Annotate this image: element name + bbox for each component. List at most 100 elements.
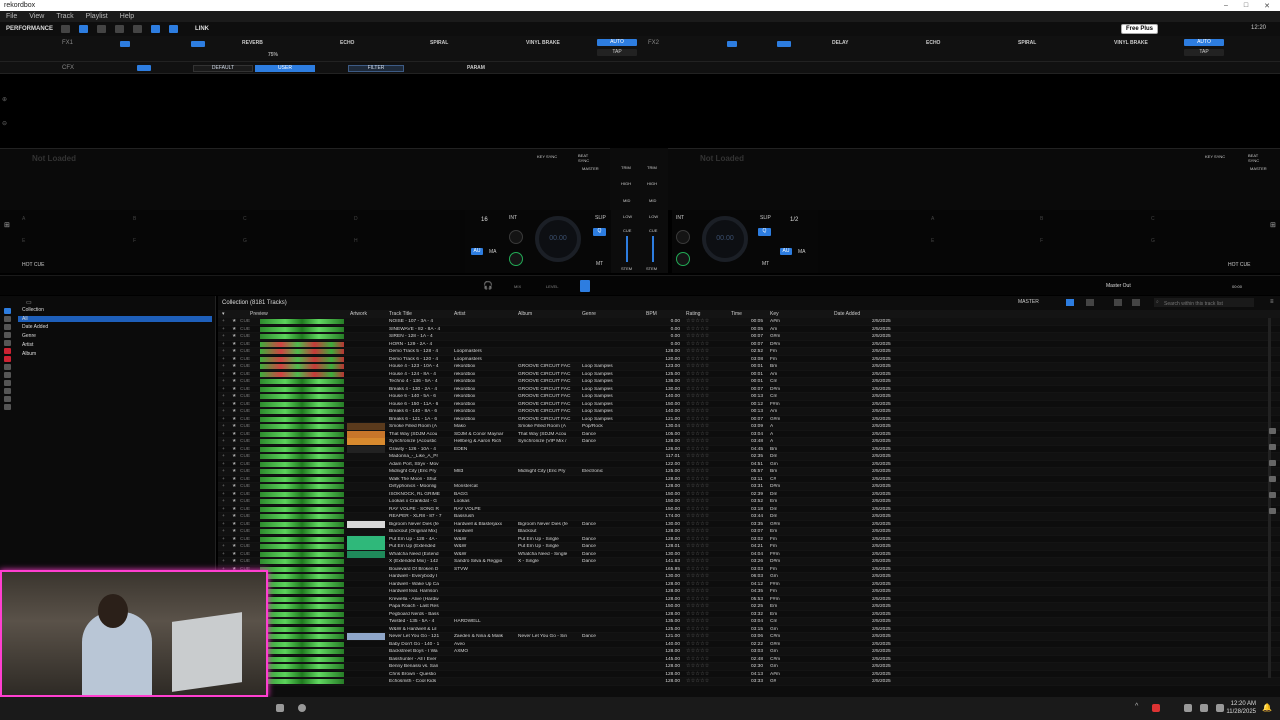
row-waveform-preview[interactable]: [260, 371, 344, 377]
hot-cue-bank-icon[interactable]: [4, 348, 11, 354]
fx2-channel-2[interactable]: [727, 41, 737, 47]
fx1-effect-4[interactable]: VINYL BRAKE: [526, 40, 560, 46]
view-split-icon[interactable]: [1132, 299, 1140, 306]
sidebar-item-artist[interactable]: Artist: [22, 342, 33, 348]
deck-2-key-sync[interactable]: KEY SYNC: [1205, 154, 1225, 159]
computer-icon[interactable]: [4, 372, 11, 378]
menu-file[interactable]: File: [6, 13, 17, 20]
pad-b-1[interactable]: B: [133, 216, 136, 222]
col-rating[interactable]: Rating: [686, 311, 700, 317]
row-add-icon[interactable]: +: [222, 484, 225, 489]
row-waveform-preview[interactable]: [260, 634, 344, 639]
row-star-icon[interactable]: ★: [232, 507, 236, 512]
pad-e-1[interactable]: E: [22, 238, 25, 244]
table-row[interactable]: + ★ CUE Lookas x Crankdat - G Lookas 150.00 ☆☆…: [218, 498, 1280, 506]
table-row[interactable]: + ★ CUE Put Em Up - 128 - 4A - W&W Put Em Up …: [218, 535, 1280, 543]
row-star-icon[interactable]: ★: [232, 402, 236, 407]
row-rating[interactable]: ☆☆☆☆☆: [686, 357, 710, 362]
row-rating[interactable]: ☆☆☆☆☆: [686, 537, 710, 542]
row-add-icon[interactable]: +: [222, 379, 225, 384]
sidebar-item-genre[interactable]: Genre: [22, 333, 36, 339]
row-rating[interactable]: ☆☆☆☆☆: [686, 642, 710, 647]
stem-label-1[interactable]: STEM: [621, 266, 632, 271]
row-add-icon[interactable]: +: [222, 477, 225, 482]
sidebar-item-date-added[interactable]: Date Added: [22, 324, 48, 330]
zoom-out-icon[interactable]: ⊖: [2, 120, 7, 127]
row-waveform-preview[interactable]: [260, 656, 344, 662]
table-row[interactable]: + ★ CUE That Way (SDJM Acou SDJM & Conor May…: [218, 430, 1280, 438]
row-rating[interactable]: ☆☆☆☆☆: [686, 387, 710, 392]
row-rating[interactable]: ☆☆☆☆☆: [686, 432, 710, 437]
row-star-icon[interactable]: ★: [232, 417, 236, 422]
row-waveform-preview[interactable]: [260, 491, 344, 497]
sidebar-item-album[interactable]: Album: [22, 351, 36, 357]
table-row[interactable]: + ★ CUE Breaks 4 - 130 - 2A - 4 rekordbox GRO…: [218, 386, 1280, 393]
cfx-user-button[interactable]: USER: [255, 65, 315, 72]
deck-1-tempo-knob[interactable]: [509, 230, 523, 244]
row-add-icon[interactable]: +: [222, 432, 225, 437]
row-add-icon[interactable]: +: [222, 319, 225, 324]
row-rating[interactable]: ☆☆☆☆☆: [686, 604, 710, 609]
table-row[interactable]: + ★ CUE Demo Track 5 - 128 - 4 Loopmasters 12…: [218, 348, 1280, 356]
fx1-effect-1[interactable]: REVERB: [242, 40, 263, 46]
row-add-icon[interactable]: +: [222, 537, 225, 542]
row-waveform-preview[interactable]: [260, 514, 344, 519]
row-add-icon[interactable]: +: [222, 334, 225, 339]
fx1-tap-button[interactable]: TAP: [597, 49, 637, 56]
row-waveform-preview[interactable]: [260, 589, 344, 594]
deck-1-key-sync[interactable]: KEY SYNC: [537, 154, 557, 159]
row-star-icon[interactable]: ★: [232, 552, 236, 557]
stem-label-2[interactable]: STEM: [646, 266, 657, 271]
deck-2-master[interactable]: MASTER: [1250, 166, 1267, 171]
channel-1-fader[interactable]: [626, 236, 628, 262]
pads-icon[interactable]: [151, 25, 161, 33]
cfx-filter-button[interactable]: FILTER: [348, 65, 404, 72]
fx2-effect-4[interactable]: VINYL BRAKE: [1114, 40, 1148, 46]
row-rating[interactable]: ☆☆☆☆☆: [686, 529, 710, 534]
row-add-icon[interactable]: +: [222, 439, 225, 444]
taskbar-app-icon[interactable]: [276, 704, 284, 712]
row-star-icon[interactable]: ★: [232, 454, 236, 459]
deck-1-int[interactable]: INT: [509, 215, 517, 221]
row-rating[interactable]: ☆☆☆☆☆: [686, 417, 710, 422]
table-row[interactable]: + ★ CUE NOISE - 107 - 3A - 4 0.00 ☆☆☆☆☆ 00:05 A…: [218, 318, 1280, 326]
table-row[interactable]: +★CUEChris Brown - Questio128.00☆☆☆☆☆04:…: [218, 671, 1280, 678]
view-detail-icon[interactable]: [1086, 299, 1094, 306]
row-add-icon[interactable]: +: [222, 544, 225, 549]
browser-menu-icon[interactable]: ≡: [1270, 299, 1274, 305]
tray-chevron-icon[interactable]: ^: [1135, 703, 1138, 710]
row-rating[interactable]: ☆☆☆☆☆: [686, 394, 710, 399]
sidebar-item-collection[interactable]: Collection: [22, 307, 44, 313]
row-add-icon[interactable]: +: [222, 342, 225, 347]
row-star-icon[interactable]: ★: [232, 349, 236, 354]
cue-label-2[interactable]: CUE: [649, 228, 657, 233]
table-row[interactable]: +★CUEBasshunter - All I Ever145.00☆☆☆☆☆0…: [218, 656, 1280, 663]
search-input[interactable]: [1154, 298, 1254, 307]
row-rating[interactable]: ☆☆☆☆☆: [686, 454, 710, 459]
table-row[interactable]: + ★ CUE Techno 4 - 136 - 5A - 4 rekordbox GRO…: [218, 378, 1280, 386]
pad-grid-icon-2[interactable]: ⊞: [1270, 221, 1276, 229]
row-rating[interactable]: ☆☆☆☆☆: [686, 349, 710, 354]
row-waveform-preview[interactable]: [260, 544, 344, 549]
row-add-icon[interactable]: +: [222, 492, 225, 497]
deck-2-beat-sync[interactable]: BEAT SYNC: [1248, 153, 1262, 163]
pad-f-1[interactable]: F: [133, 238, 136, 244]
music-service-icon[interactable]: [4, 356, 11, 362]
row-rating[interactable]: ☆☆☆☆☆: [686, 364, 710, 369]
menu-help[interactable]: Help: [120, 13, 134, 20]
menu-track[interactable]: Track: [56, 13, 73, 20]
deck-1-play-button[interactable]: [509, 252, 523, 266]
tool-icon-5[interactable]: [1269, 492, 1276, 498]
row-rating[interactable]: ☆☆☆☆☆: [686, 424, 710, 429]
menu-view[interactable]: View: [29, 13, 44, 20]
fx1-auto-button[interactable]: AUTO: [597, 39, 637, 46]
row-rating[interactable]: ☆☆☆☆☆: [686, 334, 710, 339]
close-icon[interactable]: ✕: [1264, 2, 1270, 10]
row-rating[interactable]: ☆☆☆☆☆: [686, 574, 710, 579]
row-rating[interactable]: ☆☆☆☆☆: [686, 679, 710, 684]
deck-2-slip[interactable]: SLIP: [760, 215, 771, 221]
row-star-icon[interactable]: ★: [232, 462, 236, 467]
deck-1-hotcue-dropdown[interactable]: HOT CUE: [22, 262, 44, 268]
row-star-icon[interactable]: ★: [232, 394, 236, 399]
col-bpm[interactable]: BPM: [646, 311, 657, 317]
